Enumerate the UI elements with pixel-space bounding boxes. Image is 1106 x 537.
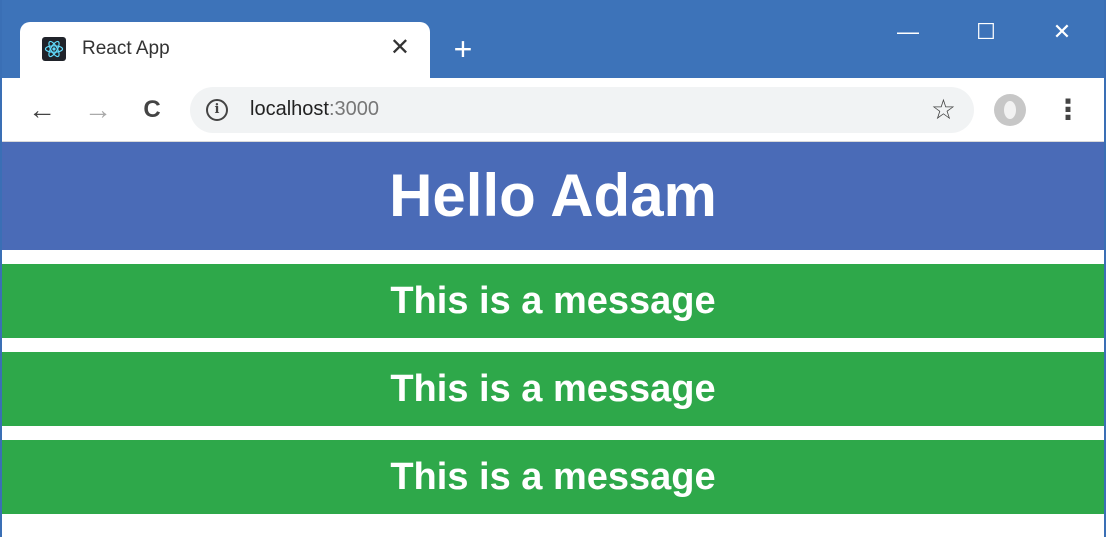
- maximize-button[interactable]: ☐: [968, 14, 1004, 50]
- browser-toolbar: ← → C i localhost:3000 ☆ ⋮: [2, 78, 1104, 142]
- new-tab-button[interactable]: +: [448, 33, 478, 65]
- bookmark-star-icon[interactable]: ☆: [931, 93, 956, 126]
- url-text[interactable]: localhost:3000: [250, 98, 379, 121]
- message-item: This is a message: [2, 352, 1104, 426]
- browser-window: React App ✕ + — ☐ ✕ ← → C i localhost:30…: [0, 0, 1106, 537]
- minimize-button[interactable]: —: [890, 14, 926, 50]
- forward-arrow-icon[interactable]: →: [80, 92, 116, 128]
- tab-close-icon[interactable]: ✕: [390, 34, 410, 62]
- message-item: This is a message: [2, 264, 1104, 338]
- tab-title: React App: [82, 38, 170, 59]
- page-title: Hello Adam: [2, 142, 1104, 250]
- url-port: :3000: [328, 98, 379, 120]
- url-host: localhost: [250, 98, 329, 120]
- react-favicon-icon: [42, 37, 66, 61]
- info-icon[interactable]: i: [206, 99, 228, 121]
- profile-avatar[interactable]: [994, 94, 1026, 126]
- close-window-button[interactable]: ✕: [1044, 14, 1080, 50]
- page-content: Hello Adam This is a message This is a m…: [2, 142, 1104, 537]
- address-bar[interactable]: i localhost:3000 ☆: [190, 87, 974, 133]
- message-item: This is a message: [2, 440, 1104, 514]
- back-arrow-icon[interactable]: ←: [24, 92, 60, 128]
- tab-react-app[interactable]: React App ✕: [20, 22, 430, 78]
- reload-icon[interactable]: C: [134, 92, 170, 128]
- title-bar: React App ✕ + — ☐ ✕: [2, 0, 1104, 78]
- menu-kebab-icon[interactable]: ⋮: [1054, 92, 1082, 128]
